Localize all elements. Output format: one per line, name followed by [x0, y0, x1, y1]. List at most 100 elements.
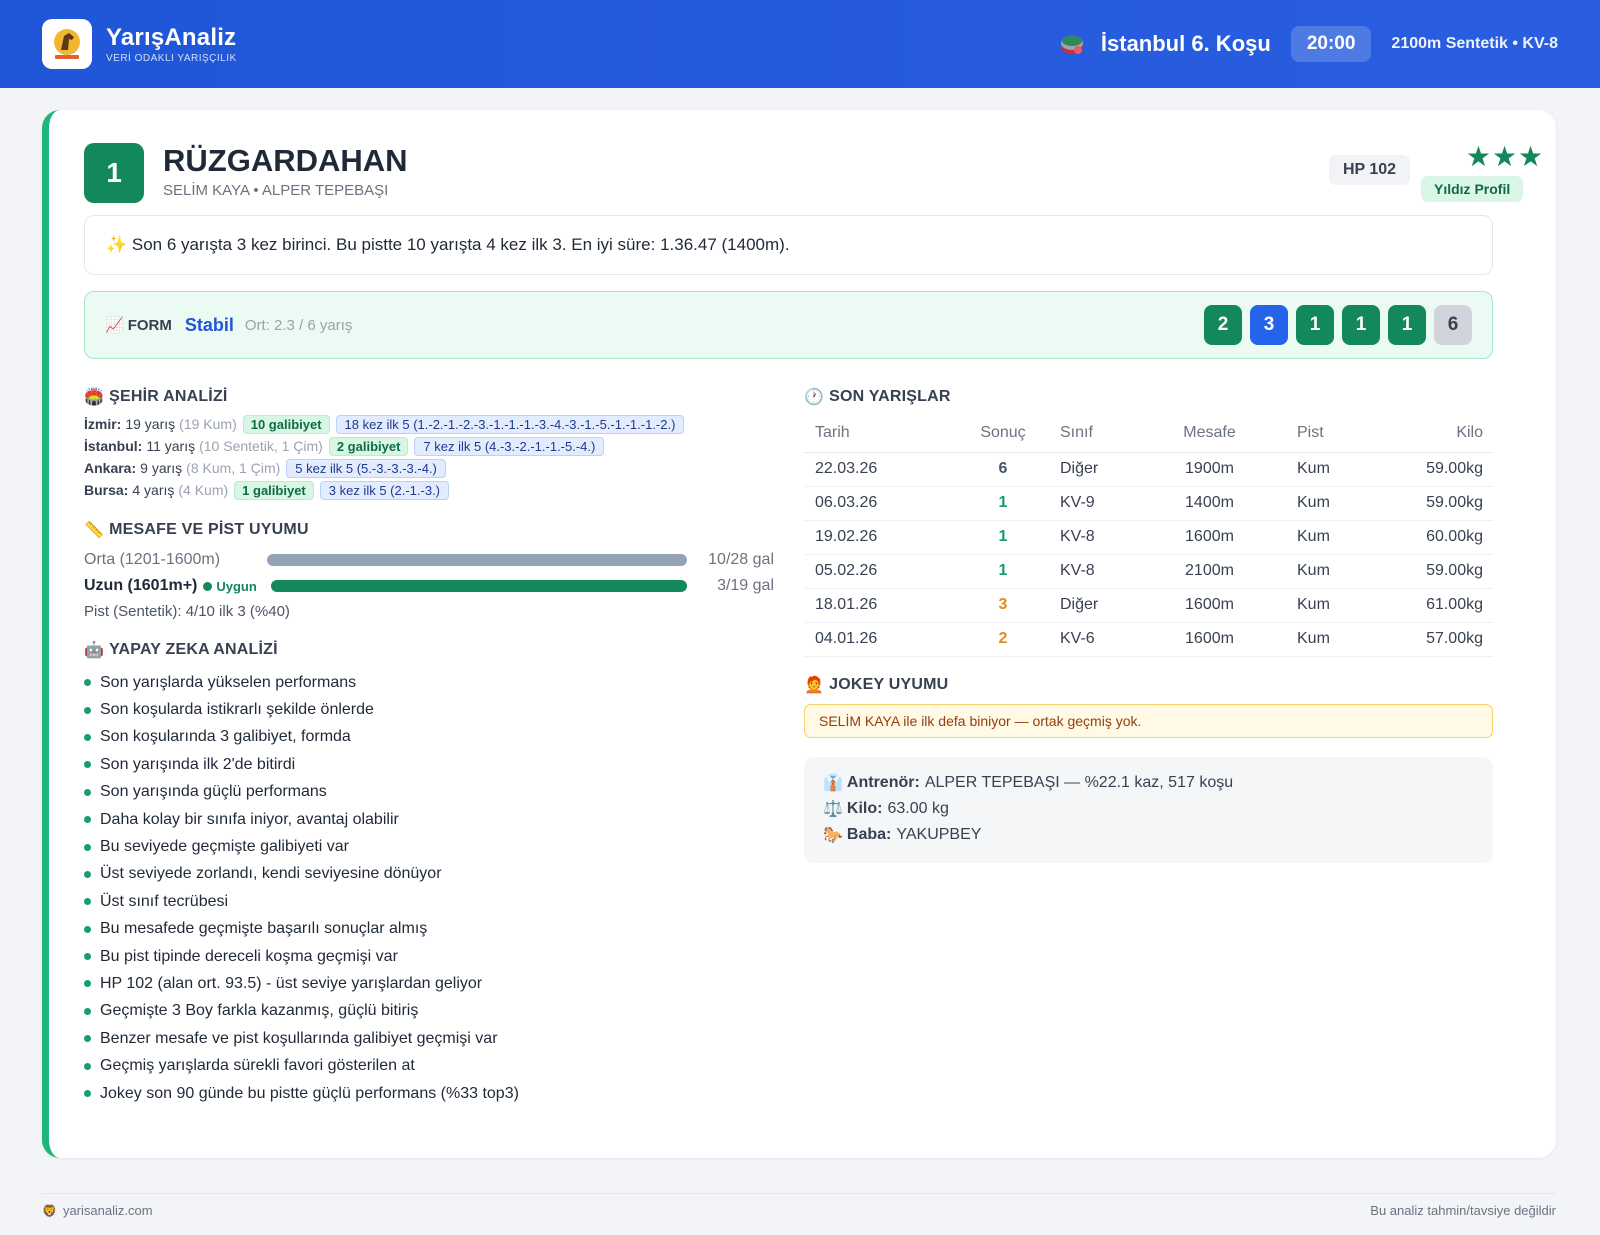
kilo-value: 63.00 kg — [887, 800, 949, 817]
ai-insight-item: Son yarışında ilk 2'de bitirdi — [84, 751, 519, 778]
clock-icon: 🕐 — [804, 389, 825, 406]
table-row: 22.03.26 6 Diğer 1900m Kum 59.00kg — [804, 452, 1493, 487]
table-row: 06.03.26 1 KV-9 1400m Kum 59.00kg — [804, 486, 1493, 521]
race-date: 19.02.26 — [804, 520, 964, 555]
col-header: Sınıf — [1042, 414, 1162, 453]
race-date: 06.03.26 — [804, 486, 964, 521]
race-info: 2100m Sentetik • KV-8 — [1391, 35, 1558, 52]
race-result: 2 — [964, 622, 1042, 657]
brand-tagline: VERİ ODAKLI YARIŞÇILIK — [106, 53, 237, 64]
city-detail: (10 Sentetik, 1 Çim) — [199, 438, 323, 454]
jockey-icon: 🧑‍🦰 — [804, 677, 825, 694]
sire-value: YAKUPBEY — [896, 826, 982, 843]
recent-races-table: Tarih Sonuç Sınıf Mesafe Pist Kilo 22.03… — [804, 414, 1493, 657]
distance-label: Uzun (1601m+) — [84, 577, 198, 594]
city-detail: (19 Kum) — [179, 416, 237, 432]
fit-badge: Uygun — [203, 579, 257, 594]
necktie-icon: 👔 — [823, 775, 843, 792]
ai-insight-item: Jokey son 90 günde bu pistte güçlü perfo… — [84, 1080, 519, 1107]
race-distance: 1400m — [1162, 486, 1257, 521]
race-class: Diğer — [1042, 452, 1162, 487]
distance-value: 10/28 gal — [708, 551, 774, 568]
col-header: Kilo — [1367, 414, 1493, 453]
horse-logo-icon — [54, 29, 80, 59]
table-row: 05.02.26 1 KV-8 2100m Kum 59.00kg — [804, 554, 1493, 589]
city-races: 19 yarış — [125, 416, 176, 432]
city-races: 9 yarış — [140, 460, 183, 476]
ai-title: YAPAY ZEKA ANALİZİ — [109, 641, 278, 658]
table-row: 18.01.26 3 Diğer 1600m Kum 61.00kg — [804, 588, 1493, 623]
wins-tag: 2 galibiyet — [328, 436, 409, 456]
form-chip: 1 — [1296, 305, 1334, 345]
brand-name[interactable]: YarışAnaliz — [106, 24, 237, 52]
city-row: Bursa: 4 yarış (4 Kum) 1 galibiyet 3 kez ilk… — [84, 479, 684, 501]
city-name: Ankara: — [84, 460, 137, 476]
race-class: Diğer — [1042, 588, 1162, 623]
disclaimer: Bu analiz tahmin/tavsiye değildir — [1370, 1203, 1556, 1218]
distance-bar-orta — [267, 554, 687, 566]
ruler-icon: 📏 — [84, 522, 105, 539]
star-rating: ★★★ — [1465, 141, 1545, 172]
logo-small-icon: 🦁 — [42, 1203, 57, 1218]
col-header: Mesafe — [1162, 414, 1257, 453]
jokey-alert: SELİM KAYA ile ilk defa biniyor — ortak … — [804, 704, 1493, 738]
form-chip: 1 — [1342, 305, 1380, 345]
ai-insight-item: HP 102 (alan ort. 93.5) - üst seviye yar… — [84, 970, 519, 997]
city-section: 🏟️ ŞEHİR ANALİZİ İzmir: 19 yarış (19 Kum) 1… — [84, 387, 685, 501]
race-track: Kum — [1257, 486, 1367, 521]
col-header: Tarih — [804, 414, 964, 453]
chart-up-icon: 📈 — [105, 317, 124, 334]
top5-tag: 3 kez ilk 5 (2.-1.-3.) — [319, 480, 450, 500]
table-row: 19.02.26 1 KV-8 1600m Kum 60.00kg — [804, 520, 1493, 555]
form-chips: 231116 — [1204, 305, 1472, 345]
brand-logo[interactable] — [42, 19, 92, 69]
race-date: 05.02.26 — [804, 554, 964, 589]
race-track: Kum — [1257, 622, 1367, 657]
ai-insight-item: Son yarışlarda yükselen performans — [84, 669, 519, 696]
ai-insight-item: Geçmiş yarışlarda sürekli favori gösteri… — [84, 1052, 519, 1079]
race-track: Kum — [1257, 554, 1367, 589]
site-link[interactable]: yarisanaliz.com — [63, 1203, 153, 1218]
race-date: 04.01.26 — [804, 622, 964, 657]
distance-row-uzun: Uzun (1601m+) Uygun 3/19 gal — [84, 576, 774, 596]
ai-insight-item: Bu seviyede geçmişte galibiyeti var — [84, 833, 519, 860]
race-result: 1 — [964, 554, 1042, 589]
race-class: KV-6 — [1042, 622, 1162, 657]
stadium-icon: 🏟️ — [84, 389, 105, 406]
form-state: Stabil — [184, 314, 234, 335]
ai-insight-item: Bu pist tipinde dereceli koşma geçmişi v… — [84, 943, 519, 970]
race-distance: 1600m — [1162, 622, 1257, 657]
ai-list: Son yarışlarda yükselen performans Son ko… — [84, 669, 519, 1107]
ai-insight-item: Geçmişte 3 Boy farkla kazanmış, güçlü bi… — [84, 998, 519, 1025]
ai-insight-item: Üst sınıf tecrübesi — [84, 888, 519, 915]
race-time: 20:00 — [1290, 26, 1372, 62]
race-result: 6 — [964, 452, 1042, 487]
sire-label: Baba: — [846, 826, 892, 843]
race-distance: 1900m — [1162, 452, 1257, 487]
jokey-title: JOKEY UYUMU — [829, 676, 949, 693]
race-date: 18.01.26 — [804, 588, 964, 623]
horse-name: RÜZGARDAHAN — [163, 143, 408, 178]
jokey-section-title: 🧑‍🦰 JOKEY UYUMU — [804, 675, 948, 695]
race-weight: 59.00kg — [1367, 554, 1493, 589]
trainer-line: 👔 Antrenör: ALPER TEPEBAŞI — %22.1 kaz, … — [823, 770, 1474, 796]
race-class: KV-8 — [1042, 520, 1162, 555]
wins-tag: 10 galibiyet — [242, 414, 330, 434]
footer: 🦁 yarisanaliz.com Bu analiz tahmin/tavsi… — [42, 1193, 1556, 1218]
top5-tag: 7 kez ilk 5 (4.-3.-2.-1.-1.-5.-4.) — [414, 436, 605, 456]
city-detail: (8 Kum, 1 Çim) — [186, 460, 281, 476]
city-detail: (4 Kum) — [178, 482, 229, 498]
city-name: İstanbul: — [84, 438, 143, 454]
race-track: Kum — [1257, 588, 1367, 623]
form-label: FORM — [127, 316, 172, 334]
track-note: Pist (Sentetik): 4/10 ilk 3 (%40) — [84, 603, 290, 620]
kilo-label: Kilo: — [846, 800, 883, 817]
race-weight: 59.00kg — [1367, 486, 1493, 521]
table-row: 04.01.26 2 KV-6 1600m Kum 57.00kg — [804, 622, 1493, 657]
form-chip: 1 — [1388, 305, 1426, 345]
horse-number: 1 — [84, 143, 144, 203]
kilo-line: ⚖️ Kilo: 63.00 kg — [823, 796, 1474, 822]
app-header: YarışAnaliz VERİ ODAKLI YARIŞÇILIK İstan… — [0, 0, 1600, 88]
jockey-silk-icon — [1060, 36, 1083, 54]
race-class: KV-9 — [1042, 486, 1162, 521]
